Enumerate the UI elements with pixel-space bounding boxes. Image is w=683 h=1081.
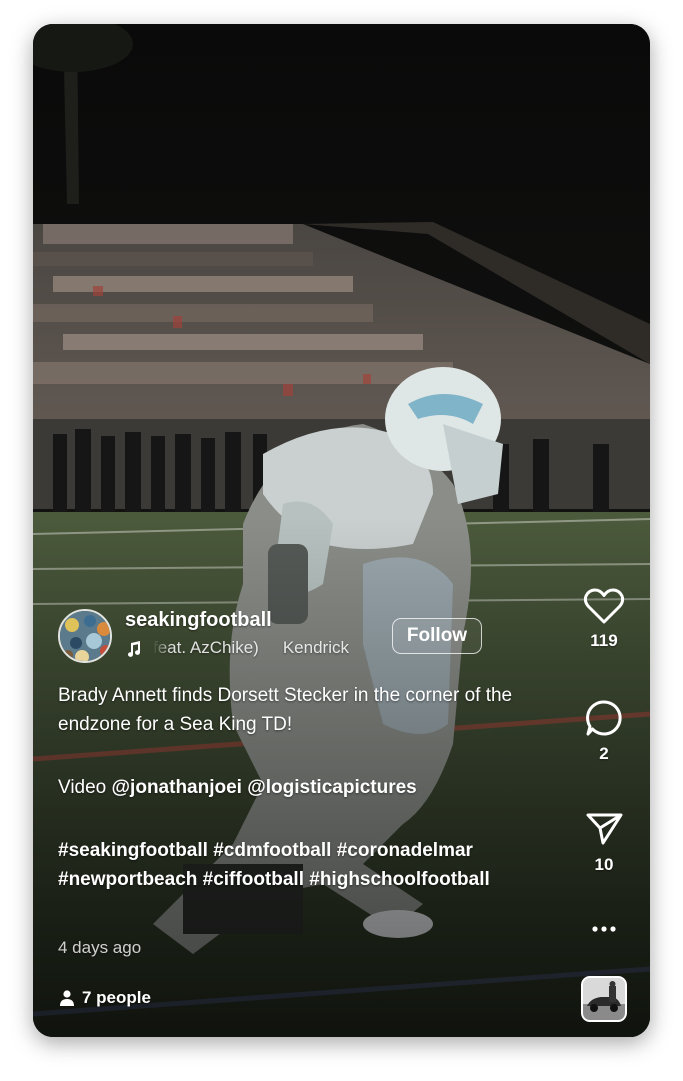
mention-link[interactable]: @jonathanjoei [112, 777, 242, 798]
audio-thumbnail[interactable] [581, 976, 627, 1022]
hashtags[interactable]: #seakingfootball #cdmfootball #coronadel… [58, 836, 558, 894]
share-count: 10 [594, 855, 614, 874]
paper-plane-icon [586, 813, 623, 845]
caption-text: Brady Annett finds Dorsett Stecker in th… [58, 685, 513, 735]
heart-icon [583, 588, 625, 624]
person-icon [60, 990, 74, 1006]
comment-count: 2 [599, 744, 609, 763]
avatar[interactable] [58, 609, 112, 663]
share-button[interactable]: 10 [578, 809, 630, 875]
reel-viewer: seakingfootball feat. AzChike) Kendrick F… [33, 24, 650, 1037]
tagged-people-label: 7 people [82, 988, 151, 1007]
music-ticker-text: feat. AzChike) [153, 638, 259, 657]
music-note-icon [128, 641, 141, 657]
tagged-people-button[interactable]: 7 people [58, 988, 151, 1008]
caption: Brady Annett finds Dorsett Stecker in th… [58, 681, 558, 894]
audio-cover-image [583, 978, 625, 1020]
more-dots-icon [592, 926, 616, 932]
more-options-button[interactable] [578, 919, 630, 939]
music-ticker-text-2: Kendrick [282, 638, 349, 657]
username[interactable]: seakingfootball [125, 609, 272, 632]
follow-button[interactable]: Follow [392, 618, 482, 654]
comment-button[interactable]: 2 [578, 698, 630, 764]
caption-credits: Video @jonathanjoei @logisticapictures [58, 773, 558, 802]
mention-link[interactable]: @logisticapictures [247, 777, 417, 798]
like-button[interactable]: 119 [578, 587, 630, 651]
comment-bubble-icon [586, 700, 622, 736]
caption-video-prefix: Video [58, 777, 112, 798]
timestamp: 4 days ago [58, 938, 142, 957]
like-count: 119 [590, 631, 618, 650]
music-ticker[interactable]: feat. AzChike) Kendrick [153, 638, 373, 662]
